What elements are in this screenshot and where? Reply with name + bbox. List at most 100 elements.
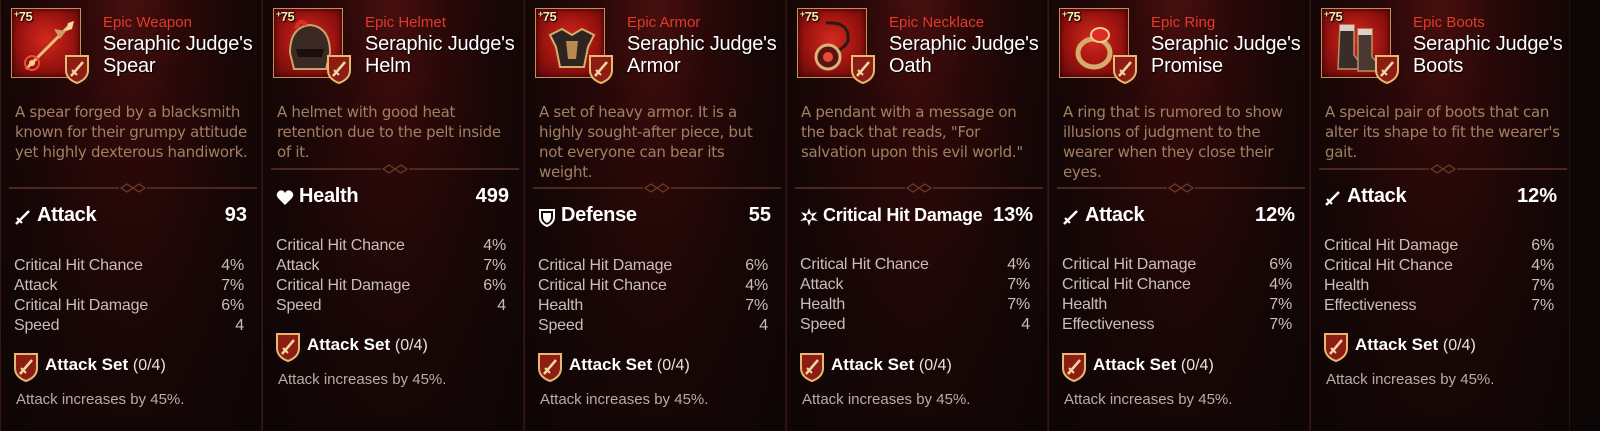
substat-row: Critical Hit Chance 4% — [1062, 276, 1292, 293]
substat-row: Attack 7% — [14, 277, 244, 294]
ornament-divider — [9, 183, 257, 193]
substat-row: Health 7% — [1062, 296, 1292, 313]
item-card-necklace[interactable]: +75 Epic Necklace Seraphic Judge's Oath … — [786, 0, 1048, 431]
item-rarity: Epic Helmet — [365, 14, 446, 31]
set-count: (0/4) — [1180, 357, 1214, 374]
substat-row: Effectiveness 7% — [1062, 316, 1292, 333]
main-stat-value: 13% — [992, 204, 1033, 226]
attack-set-icon — [589, 55, 613, 84]
substat-row: Critical Hit Chance 4% — [1324, 257, 1554, 274]
item-name: Seraphic Judge's Helm — [365, 33, 515, 77]
attack-set-icon — [538, 353, 562, 382]
substat-row: Health 7% — [538, 297, 768, 314]
item-level: +75 — [800, 9, 819, 24]
item-card-boots[interactable]: +75 Epic Boots Seraphic Judge's Boots A … — [1310, 0, 1570, 431]
attack-set-icon — [276, 333, 300, 362]
item-level: +75 — [1324, 9, 1343, 24]
substat-list: Critical Hit Damage 6% Critical Hit Chanc… — [1062, 256, 1292, 336]
main-stat: Defense 55 — [537, 204, 771, 230]
set-count: (0/4) — [1442, 337, 1476, 354]
attack-set-icon — [1113, 55, 1137, 84]
set-info: Attack Set (0/4) — [1060, 350, 1300, 384]
set-count: (0/4) — [394, 337, 428, 354]
attack-set-icon — [800, 353, 824, 382]
substat-row: Speed 4 — [14, 317, 244, 334]
sword-icon — [1325, 191, 1340, 206]
attack-set-icon — [1062, 353, 1086, 382]
main-stat: Attack 93 — [13, 204, 247, 230]
set-label: Attack Set (0/4) — [1355, 335, 1476, 354]
shield-icon — [539, 209, 555, 227]
set-label: Attack Set (0/4) — [831, 355, 952, 374]
item-description: A set of heavy armor. It is a highly sou… — [539, 103, 753, 181]
attack-set-icon — [14, 353, 38, 382]
set-effect: Attack increases by 45%. — [540, 391, 709, 408]
set-count: (0/4) — [918, 357, 952, 374]
set-label: Attack Set (0/4) — [307, 335, 428, 354]
substat-row: Speed 4 — [276, 297, 506, 314]
main-stat-label: Health — [299, 185, 359, 207]
substat-row: Critical Hit Damage 6% — [1062, 256, 1292, 273]
substat-list: Critical Hit Chance 4% Attack 7% Critical … — [276, 237, 506, 317]
item-tooltip-row: +75 Epic Weapon Seraphic Judge's Spear A… — [0, 0, 1600, 431]
item-card-armor[interactable]: +75 Epic Armor Seraphic Judge's Armor A … — [524, 0, 786, 431]
ornament-divider — [1057, 183, 1305, 193]
attack-set-icon — [65, 55, 89, 84]
ornament-divider — [795, 183, 1043, 193]
substat-row: Critical Hit Chance 4% — [276, 237, 506, 254]
item-rarity: Epic Weapon — [103, 14, 192, 31]
item-description: A pendant with a message on the back tha… — [801, 103, 1023, 161]
substat-list: Critical Hit Chance 4% Attack 7% Critical … — [14, 257, 244, 337]
substat-row: Critical Hit Damage 6% — [1324, 237, 1554, 254]
set-label: Attack Set (0/4) — [569, 355, 690, 374]
substat-row: Critical Hit Damage 6% — [538, 257, 768, 274]
item-level: +75 — [14, 9, 33, 24]
item-card-ring[interactable]: +75 Epic Ring Seraphic Judge's Promise A… — [1048, 0, 1310, 431]
main-stat-label: Attack — [1085, 204, 1145, 226]
item-name: Seraphic Judge's Boots — [1413, 33, 1563, 77]
item-description: A helmet with good heat retention due to… — [277, 103, 501, 161]
substat-row: Critical Hit Damage 6% — [14, 297, 244, 314]
attack-set-icon — [1324, 333, 1348, 362]
item-rarity: Epic Boots — [1413, 14, 1485, 31]
ornament-divider — [1319, 164, 1567, 174]
set-label: Attack Set (0/4) — [45, 355, 166, 374]
item-level: +75 — [1062, 9, 1081, 24]
item-card-helmet[interactable]: +75 Epic Helmet Seraphic Judge's Helm A … — [262, 0, 524, 431]
item-card-weapon[interactable]: +75 Epic Weapon Seraphic Judge's Spear A… — [0, 0, 262, 431]
main-stat-value: 12% — [1254, 204, 1295, 226]
set-info: Attack Set (0/4) — [536, 350, 776, 384]
substat-row: Critical Hit Chance 4% — [14, 257, 244, 274]
set-count: (0/4) — [656, 357, 690, 374]
item-level: +75 — [276, 9, 295, 24]
sword-icon — [1063, 210, 1078, 225]
substat-row: Effectiveness 7% — [1324, 297, 1554, 314]
set-info: Attack Set (0/4) — [274, 330, 514, 364]
item-rarity: Epic Necklace — [889, 14, 985, 31]
attack-set-icon — [851, 55, 875, 84]
item-description: A spear forged by a blacksmith known for… — [15, 103, 248, 161]
substat-row: Critical Hit Chance 4% — [538, 277, 768, 294]
main-stat-value: 12% — [1516, 185, 1557, 207]
item-name: Seraphic Judge's Armor — [627, 33, 777, 77]
main-stat-label: Attack — [37, 204, 97, 226]
substat-row: Health 7% — [800, 296, 1030, 313]
substat-list: Critical Hit Damage 6% Critical Hit Chanc… — [1324, 237, 1554, 317]
sword-icon — [15, 210, 30, 225]
item-name: Seraphic Judge's Oath — [889, 33, 1039, 77]
substat-row: Critical Hit Damage 6% — [276, 277, 506, 294]
set-effect: Attack increases by 45%. — [1326, 371, 1495, 388]
substat-list: Critical Hit Damage 6% Critical Hit Chanc… — [538, 257, 768, 337]
attack-set-icon — [1375, 55, 1399, 84]
item-rarity: Epic Ring — [1151, 14, 1216, 31]
substat-row: Attack 7% — [800, 276, 1030, 293]
set-info: Attack Set (0/4) — [798, 350, 1038, 384]
substat-row: Speed 4 — [800, 316, 1030, 333]
set-effect: Attack increases by 45%. — [278, 371, 447, 388]
set-info: Attack Set (0/4) — [1322, 330, 1562, 364]
main-stat: Attack 12% — [1323, 185, 1557, 211]
set-effect: Attack increases by 45%. — [16, 391, 185, 408]
heart-icon — [276, 190, 294, 205]
set-info: Attack Set (0/4) — [12, 350, 252, 384]
main-stat-value: 499 — [475, 185, 509, 207]
